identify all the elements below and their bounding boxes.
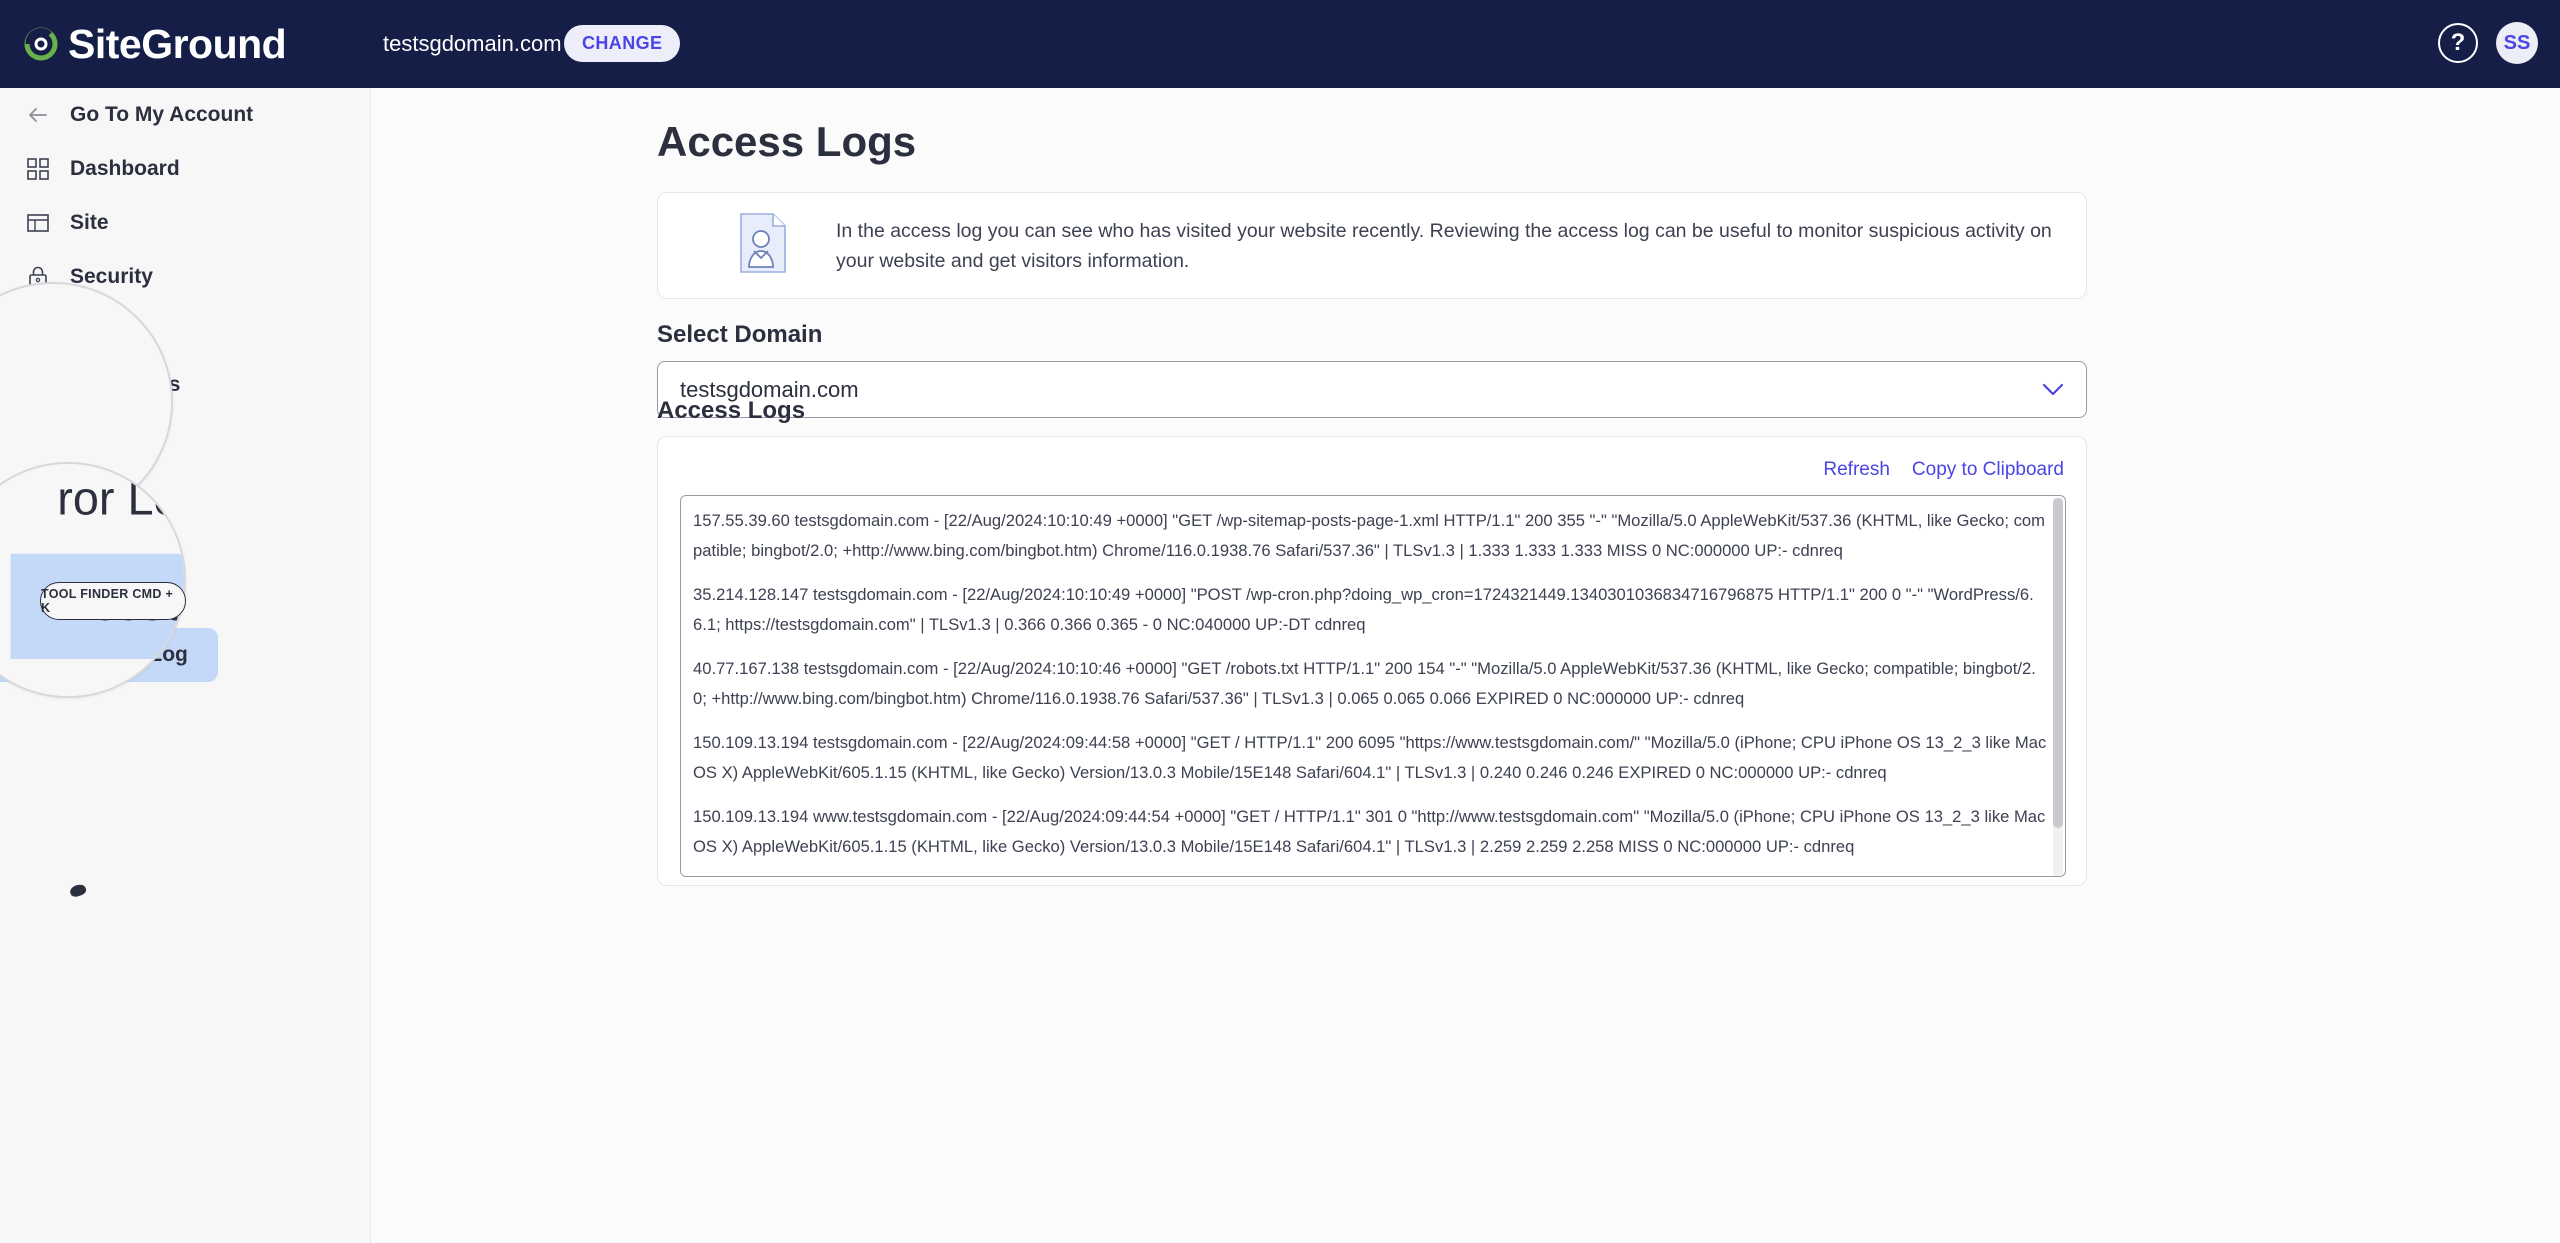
visitor-document-icon [735,212,791,279]
magnified-item-error-log: ror Log [11,464,184,554]
sidebar-item-go-to-my-account[interactable]: Go To My Account [0,88,370,142]
sidebar-item-site[interactable]: Site [0,196,370,250]
browser-window-icon [24,209,52,237]
sidebar: Go To My Account Dashboard Site Security… [0,88,371,1243]
sidebar-item-label: Dashboard [70,157,180,180]
copy-to-clipboard-button[interactable]: Copy to Clipboard [1912,459,2064,481]
arrow-left-icon [24,101,52,129]
access-logs-section-label: Access Logs [657,397,806,424]
topbar-domain-label: testsgdomain.com [383,31,562,56]
grid-icon [24,155,52,183]
siteground-logo[interactable]: SiteGround [20,20,287,68]
page-title: Access Logs [657,118,917,165]
log-actions: Refresh Copy to Clipboard [1823,459,2064,481]
question-mark-icon[interactable]: ? [2438,23,2478,63]
domain-select[interactable]: testsgdomain.com [657,361,2087,418]
siteground-logo-icon [20,23,62,65]
refresh-button[interactable]: Refresh [1823,459,1890,481]
log-entry: 157.55.39.60 testsgdomain.com - [22/Aug/… [693,511,2045,560]
log-entry: 40.77.167.138 testsgdomain.com - [22/Aug… [693,659,2036,708]
log-entry: 35.214.128.147 testsgdomain.com - [22/Au… [693,585,2034,634]
sidebar-item-label: Site [70,211,109,234]
access-log-textarea[interactable]: 157.55.39.60 testsgdomain.com - [22/Aug/… [680,495,2066,877]
chevron-down-icon [2042,379,2064,401]
access-logs-card: Refresh Copy to Clipboard 157.55.39.60 t… [657,436,2087,886]
avatar[interactable]: SS [2496,22,2538,64]
log-scrollbar-thumb[interactable] [2053,498,2063,828]
domain-select-value: testsgdomain.com [680,376,859,402]
info-description: In the access log you can see who has vi… [836,219,2052,272]
mouse-cursor-icon [68,882,88,899]
sidebar-item-dashboard[interactable]: Dashboard [0,142,370,196]
sidebar-item-label: Go To My Account [70,103,254,126]
log-entry: 150.109.13.194 www.testsgdomain.com - [2… [693,807,2046,856]
magnified-label: ror Log [57,473,184,527]
magnifier-lens-lower: ror Log Access Log [0,462,186,698]
topbar-right-group: ? SS [2438,22,2538,64]
log-entry: 35.214.128.147 testsgdomain.com - [22/Au… [693,876,2047,877]
log-entry: 150.109.13.194 testsgdomain.com - [22/Au… [693,733,2047,782]
top-bar: SiteGround testsgdomain.com CHANGE ? SS [0,0,2560,88]
tool-finder-button[interactable]: TOOL FINDER CMD + K [40,582,186,620]
siteground-logo-text: SiteGround [68,20,287,67]
change-domain-button[interactable]: CHANGE [564,25,681,62]
select-domain-label: Select Domain [657,321,823,348]
info-card: In the access log you can see who has vi… [657,192,2087,299]
main-content: Access Logs In the access log you can se… [371,88,2560,1243]
